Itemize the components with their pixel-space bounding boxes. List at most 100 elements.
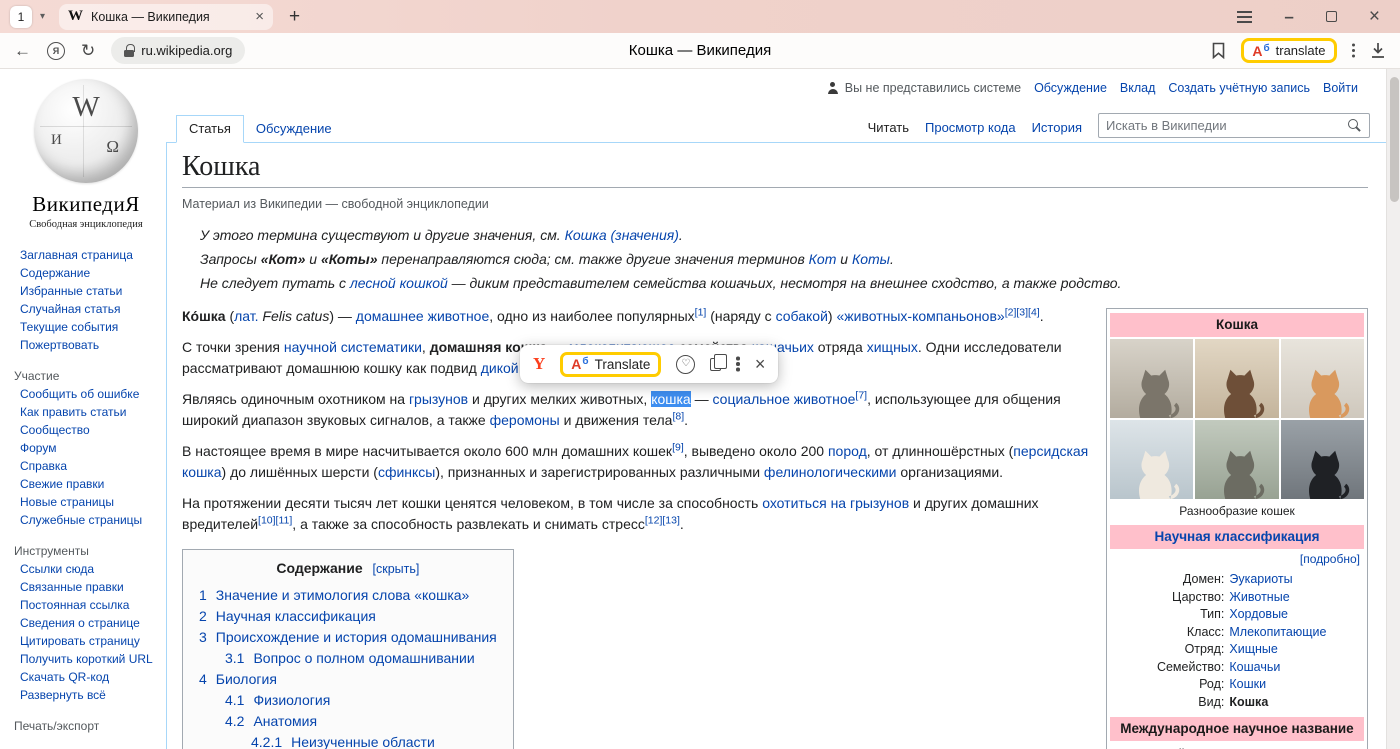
personal-link[interactable]: Войти xyxy=(1323,81,1358,95)
toc-item[interactable]: 4.1Физиология xyxy=(199,690,497,711)
toc-item[interactable]: 3.1Вопрос о полном одомашнивании xyxy=(199,648,497,669)
sidebar-link[interactable]: Содержание xyxy=(14,264,158,282)
wiki-link[interactable]: лесной кошкой xyxy=(350,275,448,291)
sidebar-link[interactable]: Пожертвовать xyxy=(14,336,158,354)
toc-item[interactable]: 4Биология xyxy=(199,669,497,690)
wiki-link[interactable]: Коты xyxy=(852,251,890,267)
wikipedia-search-box[interactable] xyxy=(1098,113,1370,138)
sidebar-link[interactable]: Текущие события xyxy=(14,318,158,336)
view-tab[interactable]: История xyxy=(1032,120,1082,135)
taxonomy-value[interactable]: Эукариоты xyxy=(1229,571,1364,589)
sidebar-link[interactable]: Сообщество xyxy=(14,421,158,439)
sidebar-link[interactable]: Развернуть всё xyxy=(14,686,158,704)
reference-link[interactable]: [10][11] xyxy=(258,515,292,527)
sidebar-link[interactable]: Скачать QR-код xyxy=(14,668,158,686)
wiki-link[interactable]: феромоны xyxy=(490,412,560,428)
wiki-link[interactable]: сфинксы xyxy=(378,464,435,480)
minimize-icon[interactable]: – xyxy=(1284,7,1293,27)
sidebar-link[interactable]: Ссылки сюда xyxy=(14,560,158,578)
browser-tab[interactable]: W Кошка — Википедия × xyxy=(59,4,273,30)
cat-photo[interactable] xyxy=(1195,339,1278,418)
classification-header[interactable]: Научная классификация xyxy=(1110,525,1364,549)
wiki-link[interactable]: социальное животное xyxy=(713,391,856,407)
sidebar-link[interactable]: Как править статьи xyxy=(14,403,158,421)
toc-link[interactable]: Неизученные области xyxy=(291,732,435,749)
toc-item[interactable]: 1Значение и этимология слова «кошка» xyxy=(199,585,497,606)
wiki-link[interactable]: «животных-компаньонов» xyxy=(836,308,1004,324)
namespace-tab[interactable]: Обсуждение xyxy=(244,116,344,142)
personal-link[interactable]: Обсуждение xyxy=(1034,81,1107,95)
cat-photo[interactable] xyxy=(1281,339,1364,418)
sidebar-link[interactable]: Сведения о странице xyxy=(14,614,158,632)
popup-translate-button[interactable]: Aб Translate xyxy=(560,352,661,377)
sidebar-link[interactable]: Заглавная страница xyxy=(14,246,158,264)
sidebar-link[interactable]: Случайная статья xyxy=(14,300,158,318)
details-link[interactable]: [подробно] xyxy=(1110,550,1364,571)
personal-link[interactable]: Вклад xyxy=(1120,81,1156,95)
reference-link[interactable]: [9] xyxy=(672,442,684,454)
toc-item[interactable]: 4.2.1Неизученные области xyxy=(199,732,497,749)
wiki-link[interactable]: Кот xyxy=(809,251,837,267)
reference-link[interactable]: [12][13] xyxy=(645,515,680,527)
toc-link[interactable]: Научная классификация xyxy=(216,606,376,627)
sidebar-link[interactable]: Постоянная ссылка xyxy=(14,596,158,614)
sidebar-link[interactable]: Получить короткий URL xyxy=(14,650,158,668)
taxonomy-value[interactable]: Хордовые xyxy=(1229,606,1364,624)
sidebar-link[interactable]: Свежие правки xyxy=(14,475,158,493)
wiki-link[interactable]: лат. xyxy=(234,308,258,324)
cat-photo[interactable] xyxy=(1110,339,1193,418)
toolbar-translate-button[interactable]: Aб translate xyxy=(1241,38,1336,63)
wikipedia-search-input[interactable] xyxy=(1106,118,1348,133)
reactions-heart-icon[interactable]: ♡ xyxy=(676,355,695,374)
reference-link[interactable]: [2][3][4] xyxy=(1005,307,1040,319)
view-tab[interactable]: Просмотр кода xyxy=(925,120,1016,135)
sidebar-link[interactable]: Сообщить об ошибке xyxy=(14,385,158,403)
sidebar-link[interactable]: Связанные правки xyxy=(14,578,158,596)
cat-photo[interactable] xyxy=(1195,420,1278,499)
yandex-logo-icon[interactable]: Y xyxy=(533,354,545,374)
reference-link[interactable]: [1] xyxy=(695,307,707,319)
view-tab[interactable]: Читать xyxy=(868,120,909,135)
menu-icon[interactable] xyxy=(1237,16,1252,18)
popup-more-options-icon[interactable] xyxy=(736,362,740,366)
address-bar[interactable]: ru.wikipedia.org xyxy=(111,37,245,64)
wiki-link[interactable]: домашнее животное xyxy=(356,308,489,324)
toc-item[interactable]: 2Научная классификация xyxy=(199,606,497,627)
toc-link[interactable]: Значение и этимология слова «кошка» xyxy=(216,585,470,606)
cat-photo[interactable] xyxy=(1110,420,1193,499)
tab-counter[interactable]: 1 xyxy=(10,6,32,28)
wiki-link[interactable]: научной систематики xyxy=(284,339,422,355)
new-tab-button[interactable]: + xyxy=(289,6,300,28)
taxonomy-value[interactable]: Животные xyxy=(1229,589,1364,607)
more-options-icon[interactable] xyxy=(1352,49,1356,53)
reload-icon[interactable]: ↻ xyxy=(81,41,95,61)
reference-link[interactable]: [8] xyxy=(672,411,684,423)
chevron-down-icon[interactable]: ▾ xyxy=(40,11,45,22)
sidebar-link[interactable]: Цитировать страницу xyxy=(14,632,158,650)
taxonomy-value[interactable]: Млекопитающие xyxy=(1229,624,1364,642)
cat-photo[interactable] xyxy=(1281,420,1364,499)
back-icon[interactable]: ← xyxy=(14,41,31,61)
taxonomy-value[interactable]: Кошачьи xyxy=(1229,659,1364,677)
close-popup-icon[interactable]: × xyxy=(755,355,766,373)
reference-link[interactable]: [7] xyxy=(855,390,867,402)
wiki-link[interactable]: грызунов xyxy=(409,391,468,407)
wikipedia-wordmark[interactable]: ВикипедиЯ xyxy=(14,192,158,217)
wiki-link[interactable]: хищных xyxy=(867,339,918,355)
copy-icon[interactable] xyxy=(710,358,721,371)
wiki-link[interactable]: пород xyxy=(828,443,867,459)
wikipedia-logo[interactable]: W И Ω xyxy=(34,79,138,183)
sidebar-link[interactable]: Избранные статьи xyxy=(14,282,158,300)
toc-link[interactable]: Биология xyxy=(216,669,277,690)
toc-link[interactable]: Анатомия xyxy=(253,711,317,732)
download-icon[interactable] xyxy=(1370,42,1386,59)
yandex-icon[interactable]: Я xyxy=(47,42,65,60)
toc-link[interactable]: Происхождение и история одомашнивания xyxy=(216,627,497,648)
namespace-tab[interactable]: Статья xyxy=(176,115,244,143)
close-window-icon[interactable]: × xyxy=(1369,7,1380,26)
toc-link[interactable]: Физиология xyxy=(253,690,330,711)
taxonomy-value[interactable]: Хищные xyxy=(1229,641,1364,659)
wiki-link[interactable]: собакой xyxy=(776,308,828,324)
page-scrollbar[interactable] xyxy=(1386,69,1400,749)
toc-link[interactable]: Вопрос о полном одомашнивании xyxy=(253,648,474,669)
